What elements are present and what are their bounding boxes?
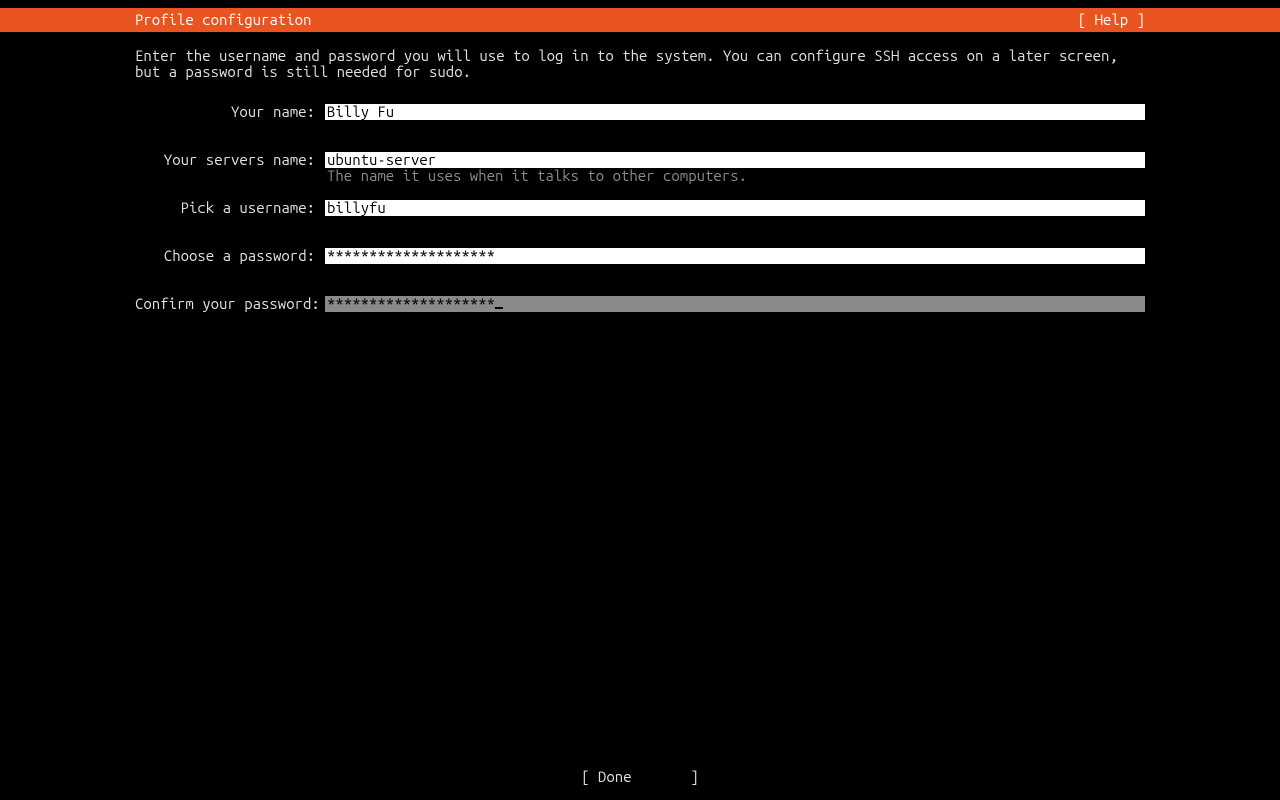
titlebar: Profile configuration [ Help ] bbox=[0, 8, 1280, 32]
server-name-hint: The name it uses when it talks to other … bbox=[325, 168, 1145, 184]
help-button[interactable]: [ Help ] bbox=[1078, 12, 1280, 28]
password-label: Choose a password: bbox=[135, 248, 325, 264]
username-input[interactable]: billyfu bbox=[325, 200, 1145, 216]
server-name-label: Your servers name: bbox=[135, 152, 325, 168]
username-label: Pick a username: bbox=[135, 200, 325, 216]
your-name-label: Your name: bbox=[135, 104, 325, 120]
password-input[interactable]: ******************** bbox=[325, 248, 1145, 264]
server-name-input[interactable]: ubuntu-server bbox=[325, 152, 1145, 168]
your-name-input[interactable]: Billy Fu bbox=[325, 104, 1145, 120]
confirm-password-input[interactable]: ******************** bbox=[325, 296, 1145, 312]
profile-form: Your name: Billy Fu Your servers name: u… bbox=[135, 104, 1145, 312]
page-title: Profile configuration bbox=[0, 12, 311, 28]
confirm-password-label: Confirm your password: bbox=[135, 296, 325, 312]
text-cursor-icon bbox=[495, 307, 503, 309]
done-button[interactable]: [ Done ] bbox=[0, 769, 1280, 785]
instructions-text: Enter the username and password you will… bbox=[135, 48, 1145, 80]
